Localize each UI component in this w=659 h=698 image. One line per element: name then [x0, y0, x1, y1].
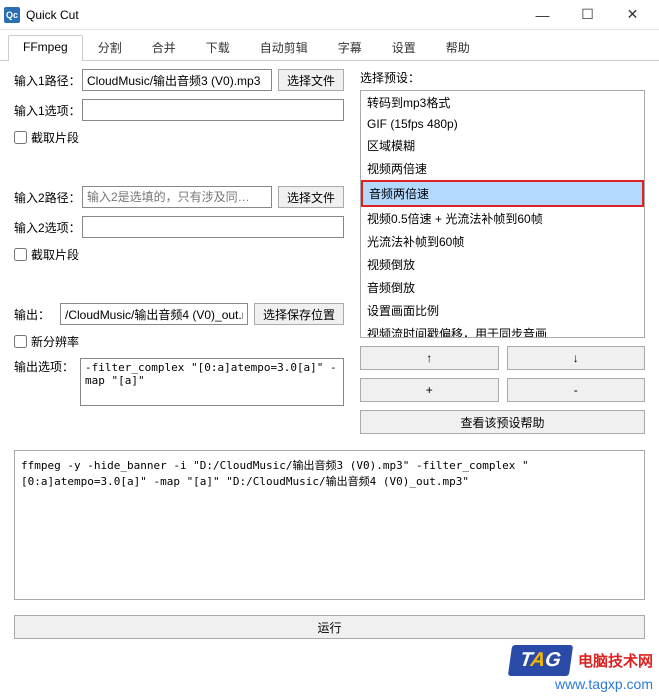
preset-item[interactable]: 视频0.5倍速 + 光流法补帧到60帧 [361, 207, 644, 230]
maximize-button[interactable]: ☐ [565, 0, 610, 30]
tab-下载[interactable]: 下载 [191, 34, 245, 60]
input1-cut-checkbox[interactable] [14, 131, 27, 144]
preset-item[interactable]: 转码到mp3格式 [361, 91, 644, 114]
output-opts-label: 输出选项： [14, 358, 74, 375]
preset-help-button[interactable]: 查看该预设帮助 [360, 410, 645, 434]
input1-path-input[interactable] [82, 69, 272, 91]
input2-opts-input[interactable] [82, 216, 344, 238]
output-label: 输出： [14, 306, 54, 323]
preset-move-down-button[interactable]: ↓ [507, 346, 646, 370]
preset-item[interactable]: 光流法补帧到60帧 [361, 230, 644, 253]
preset-item[interactable]: 视频倒放 [361, 253, 644, 276]
watermark-cn: 电脑技术网 [578, 653, 653, 670]
preset-item[interactable]: 设置画面比例 [361, 299, 644, 322]
app-icon: Qc [4, 7, 20, 23]
preset-remove-button[interactable]: - [507, 378, 646, 402]
close-button[interactable]: ✕ [610, 0, 655, 30]
run-button[interactable]: 运行 [14, 615, 645, 639]
command-textarea[interactable] [14, 450, 645, 600]
preset-item[interactable]: 音频两倍速 [361, 180, 644, 207]
select-save-location-button[interactable]: 选择保存位置 [254, 303, 344, 325]
preset-add-button[interactable]: + [360, 378, 499, 402]
titlebar: Qc Quick Cut — ☐ ✕ [0, 0, 659, 30]
tab-帮助[interactable]: 帮助 [431, 34, 485, 60]
input2-path-label: 输入2路径： [14, 189, 76, 206]
preset-label: 选择预设： [360, 69, 645, 86]
tab-自动剪辑[interactable]: 自动剪辑 [245, 34, 323, 60]
tab-字幕[interactable]: 字幕 [323, 34, 377, 60]
output-path-input[interactable] [60, 303, 248, 325]
tab-设置[interactable]: 设置 [377, 34, 431, 60]
left-panel: 输入1路径： 选择文件 输入1选项： 截取片段 输入2路径： 选择文件 输入2选… [14, 69, 344, 442]
tab-ffmpeg[interactable]: FFmpeg [8, 35, 83, 61]
input2-select-file-button[interactable]: 选择文件 [278, 186, 344, 208]
output-opts-textarea[interactable] [80, 358, 344, 406]
input2-path-input[interactable] [82, 186, 272, 208]
new-resolution-checkbox[interactable] [14, 335, 27, 348]
preset-item[interactable]: 音频倒放 [361, 276, 644, 299]
input2-opts-label: 输入2选项： [14, 219, 76, 236]
watermark-tag: TAG [508, 645, 573, 676]
preset-item[interactable]: GIF (15fps 480p) [361, 114, 644, 134]
new-resolution-label: 新分辨率 [31, 333, 79, 350]
input1-select-file-button[interactable]: 选择文件 [278, 69, 344, 91]
tab-分割[interactable]: 分割 [83, 34, 137, 60]
preset-move-up-button[interactable]: ↑ [360, 346, 499, 370]
right-panel: 选择预设： 转码到mp3格式GIF (15fps 480p)区域模糊视频两倍速音… [360, 69, 645, 442]
window-title: Quick Cut [26, 8, 520, 22]
preset-item[interactable]: 区域模糊 [361, 134, 644, 157]
input1-path-label: 输入1路径： [14, 72, 76, 89]
input1-opts-label: 输入1选项： [14, 102, 76, 119]
tab-合并[interactable]: 合并 [137, 34, 191, 60]
input1-opts-input[interactable] [82, 99, 344, 121]
minimize-button[interactable]: — [520, 0, 565, 30]
tab-bar: FFmpeg分割合并下载自动剪辑字幕设置帮助 [0, 30, 659, 61]
watermark-url: www.tagxp.com [510, 676, 653, 692]
watermark: TAG 电脑技术网 www.tagxp.com [510, 645, 653, 692]
preset-list[interactable]: 转码到mp3格式GIF (15fps 480p)区域模糊视频两倍速音频两倍速视频… [360, 90, 645, 338]
preset-item[interactable]: 视频流时间戳偏移，用于同步音画 [361, 322, 644, 338]
input1-cut-label: 截取片段 [31, 129, 79, 146]
input2-cut-label: 截取片段 [31, 246, 79, 263]
preset-item[interactable]: 视频两倍速 [361, 157, 644, 180]
input2-cut-checkbox[interactable] [14, 248, 27, 261]
